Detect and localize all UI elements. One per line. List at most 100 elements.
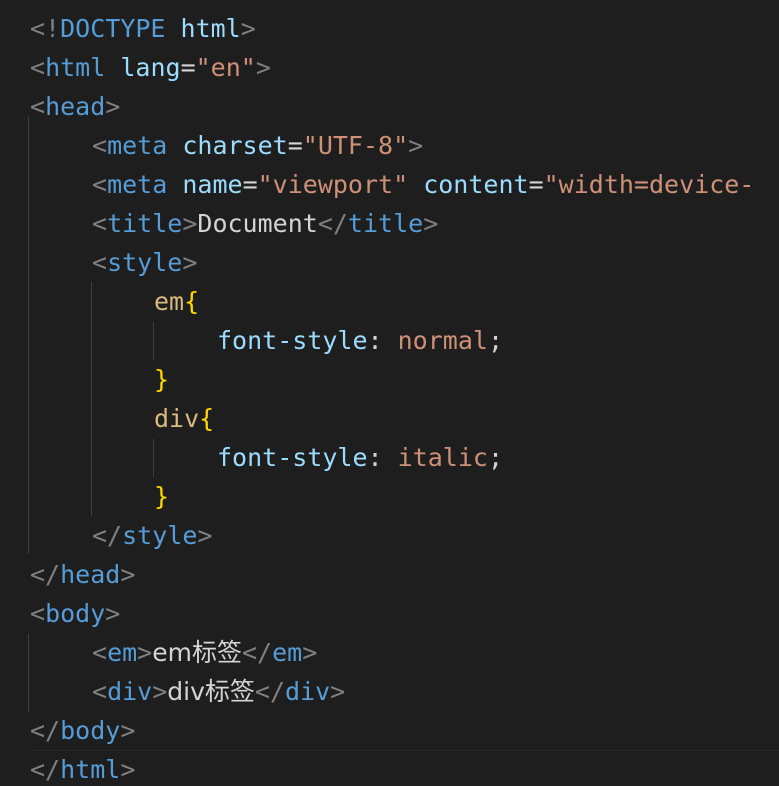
code-token: < bbox=[30, 92, 46, 121]
code-line[interactable]: <!DOCTYPE html> bbox=[30, 9, 256, 48]
code-line[interactable]: <head> bbox=[30, 87, 120, 126]
code-token: > bbox=[240, 14, 256, 43]
code-token: html bbox=[45, 53, 106, 82]
code-token: html bbox=[60, 755, 121, 784]
code-token: "width=device- bbox=[543, 170, 755, 199]
code-line[interactable]: font-style: italic; bbox=[217, 438, 503, 477]
code-token: div bbox=[107, 677, 153, 706]
code-token: font-style bbox=[217, 326, 368, 355]
code-token: </ bbox=[92, 521, 123, 550]
current-line-highlight bbox=[28, 750, 779, 786]
code-token: : bbox=[367, 443, 398, 472]
code-token: charset bbox=[182, 131, 288, 160]
code-line[interactable]: </html> bbox=[30, 750, 135, 786]
code-token: } bbox=[154, 482, 170, 511]
code-token: ; bbox=[487, 326, 503, 355]
code-token: div bbox=[285, 677, 331, 706]
code-token: > bbox=[408, 131, 424, 160]
code-token: > bbox=[105, 92, 121, 121]
code-token: < bbox=[92, 209, 108, 238]
code-token: DOCTYPE bbox=[60, 14, 166, 43]
indent-guide bbox=[28, 634, 29, 712]
code-token: = bbox=[180, 53, 196, 82]
code-line[interactable]: <div>div标签</div> bbox=[92, 672, 345, 711]
code-token: > bbox=[120, 560, 136, 589]
code-token: ; bbox=[487, 443, 503, 472]
code-token: name bbox=[182, 170, 243, 199]
code-line[interactable]: font-style: normal; bbox=[217, 321, 503, 360]
code-token: content bbox=[423, 170, 529, 199]
code-line[interactable]: </head> bbox=[30, 555, 135, 594]
code-editor[interactable]: <!DOCTYPE html> <html lang="en"> <head> <me… bbox=[0, 0, 779, 786]
code-line[interactable]: </style> bbox=[92, 516, 212, 555]
code-line[interactable]: <style> bbox=[92, 243, 197, 282]
code-token: font-style bbox=[217, 443, 368, 472]
code-token: < bbox=[92, 131, 108, 160]
code-token: = bbox=[242, 170, 258, 199]
code-token: em标签 bbox=[152, 638, 242, 667]
code-token: head bbox=[45, 92, 106, 121]
code-token: "UTF-8" bbox=[302, 131, 409, 160]
code-line[interactable]: <title>Document</title> bbox=[92, 204, 438, 243]
indent-guide bbox=[91, 282, 92, 516]
code-token: "en" bbox=[195, 53, 256, 82]
code-token: body bbox=[45, 599, 106, 628]
code-token: > bbox=[105, 599, 121, 628]
indent-guide bbox=[153, 439, 154, 477]
code-token: > bbox=[137, 638, 153, 667]
code-token: > bbox=[330, 677, 346, 706]
code-token: style bbox=[122, 521, 198, 550]
code-token: normal bbox=[397, 326, 488, 355]
code-token: > bbox=[302, 638, 318, 667]
code-token: title bbox=[107, 209, 183, 238]
code-line[interactable]: <body> bbox=[30, 594, 120, 633]
code-line[interactable]: div{ bbox=[154, 399, 214, 438]
code-token: < bbox=[92, 677, 108, 706]
code-token: em bbox=[107, 638, 138, 667]
code-token: </ bbox=[30, 560, 61, 589]
code-line[interactable]: <meta name="viewport" content="width=dev… bbox=[92, 165, 754, 204]
code-token: </ bbox=[241, 638, 273, 667]
code-token: { bbox=[184, 287, 200, 316]
code-token: "viewport" bbox=[257, 170, 409, 199]
code-token: meta bbox=[107, 170, 168, 199]
indent-guide bbox=[28, 117, 29, 554]
code-line[interactable]: </body> bbox=[30, 711, 135, 750]
code-line[interactable]: <em>em标签</em> bbox=[92, 633, 317, 672]
code-token: > bbox=[182, 248, 198, 277]
code-token: < bbox=[92, 170, 108, 199]
code-token: <! bbox=[30, 14, 61, 43]
code-token: < bbox=[30, 599, 46, 628]
code-token: html bbox=[180, 14, 241, 43]
code-line[interactable]: } bbox=[154, 360, 169, 399]
indent-guide bbox=[153, 322, 154, 360]
code-token: </ bbox=[254, 677, 286, 706]
code-line[interactable]: em{ bbox=[154, 282, 199, 321]
code-token: em bbox=[154, 287, 185, 316]
code-token: } bbox=[154, 365, 170, 394]
code-token: < bbox=[92, 248, 108, 277]
code-token: head bbox=[60, 560, 121, 589]
code-token: = bbox=[287, 131, 303, 160]
code-token: div bbox=[154, 404, 200, 433]
code-line[interactable]: } bbox=[154, 477, 169, 516]
code-token: > bbox=[120, 755, 136, 784]
code-token: style bbox=[107, 248, 183, 277]
code-line[interactable]: <meta charset="UTF-8"> bbox=[92, 126, 423, 165]
code-token: > bbox=[120, 716, 136, 745]
code-token: { bbox=[199, 404, 215, 433]
code-token: > bbox=[423, 209, 439, 238]
code-token: </ bbox=[30, 755, 61, 784]
code-token: div标签 bbox=[167, 677, 255, 706]
code-token: > bbox=[197, 521, 213, 550]
code-token: lang bbox=[120, 53, 181, 82]
code-token: : bbox=[367, 326, 398, 355]
code-token: < bbox=[30, 53, 46, 82]
code-token: > bbox=[152, 677, 168, 706]
code-line[interactable]: <html lang="en"> bbox=[30, 48, 271, 87]
code-token: < bbox=[92, 638, 108, 667]
